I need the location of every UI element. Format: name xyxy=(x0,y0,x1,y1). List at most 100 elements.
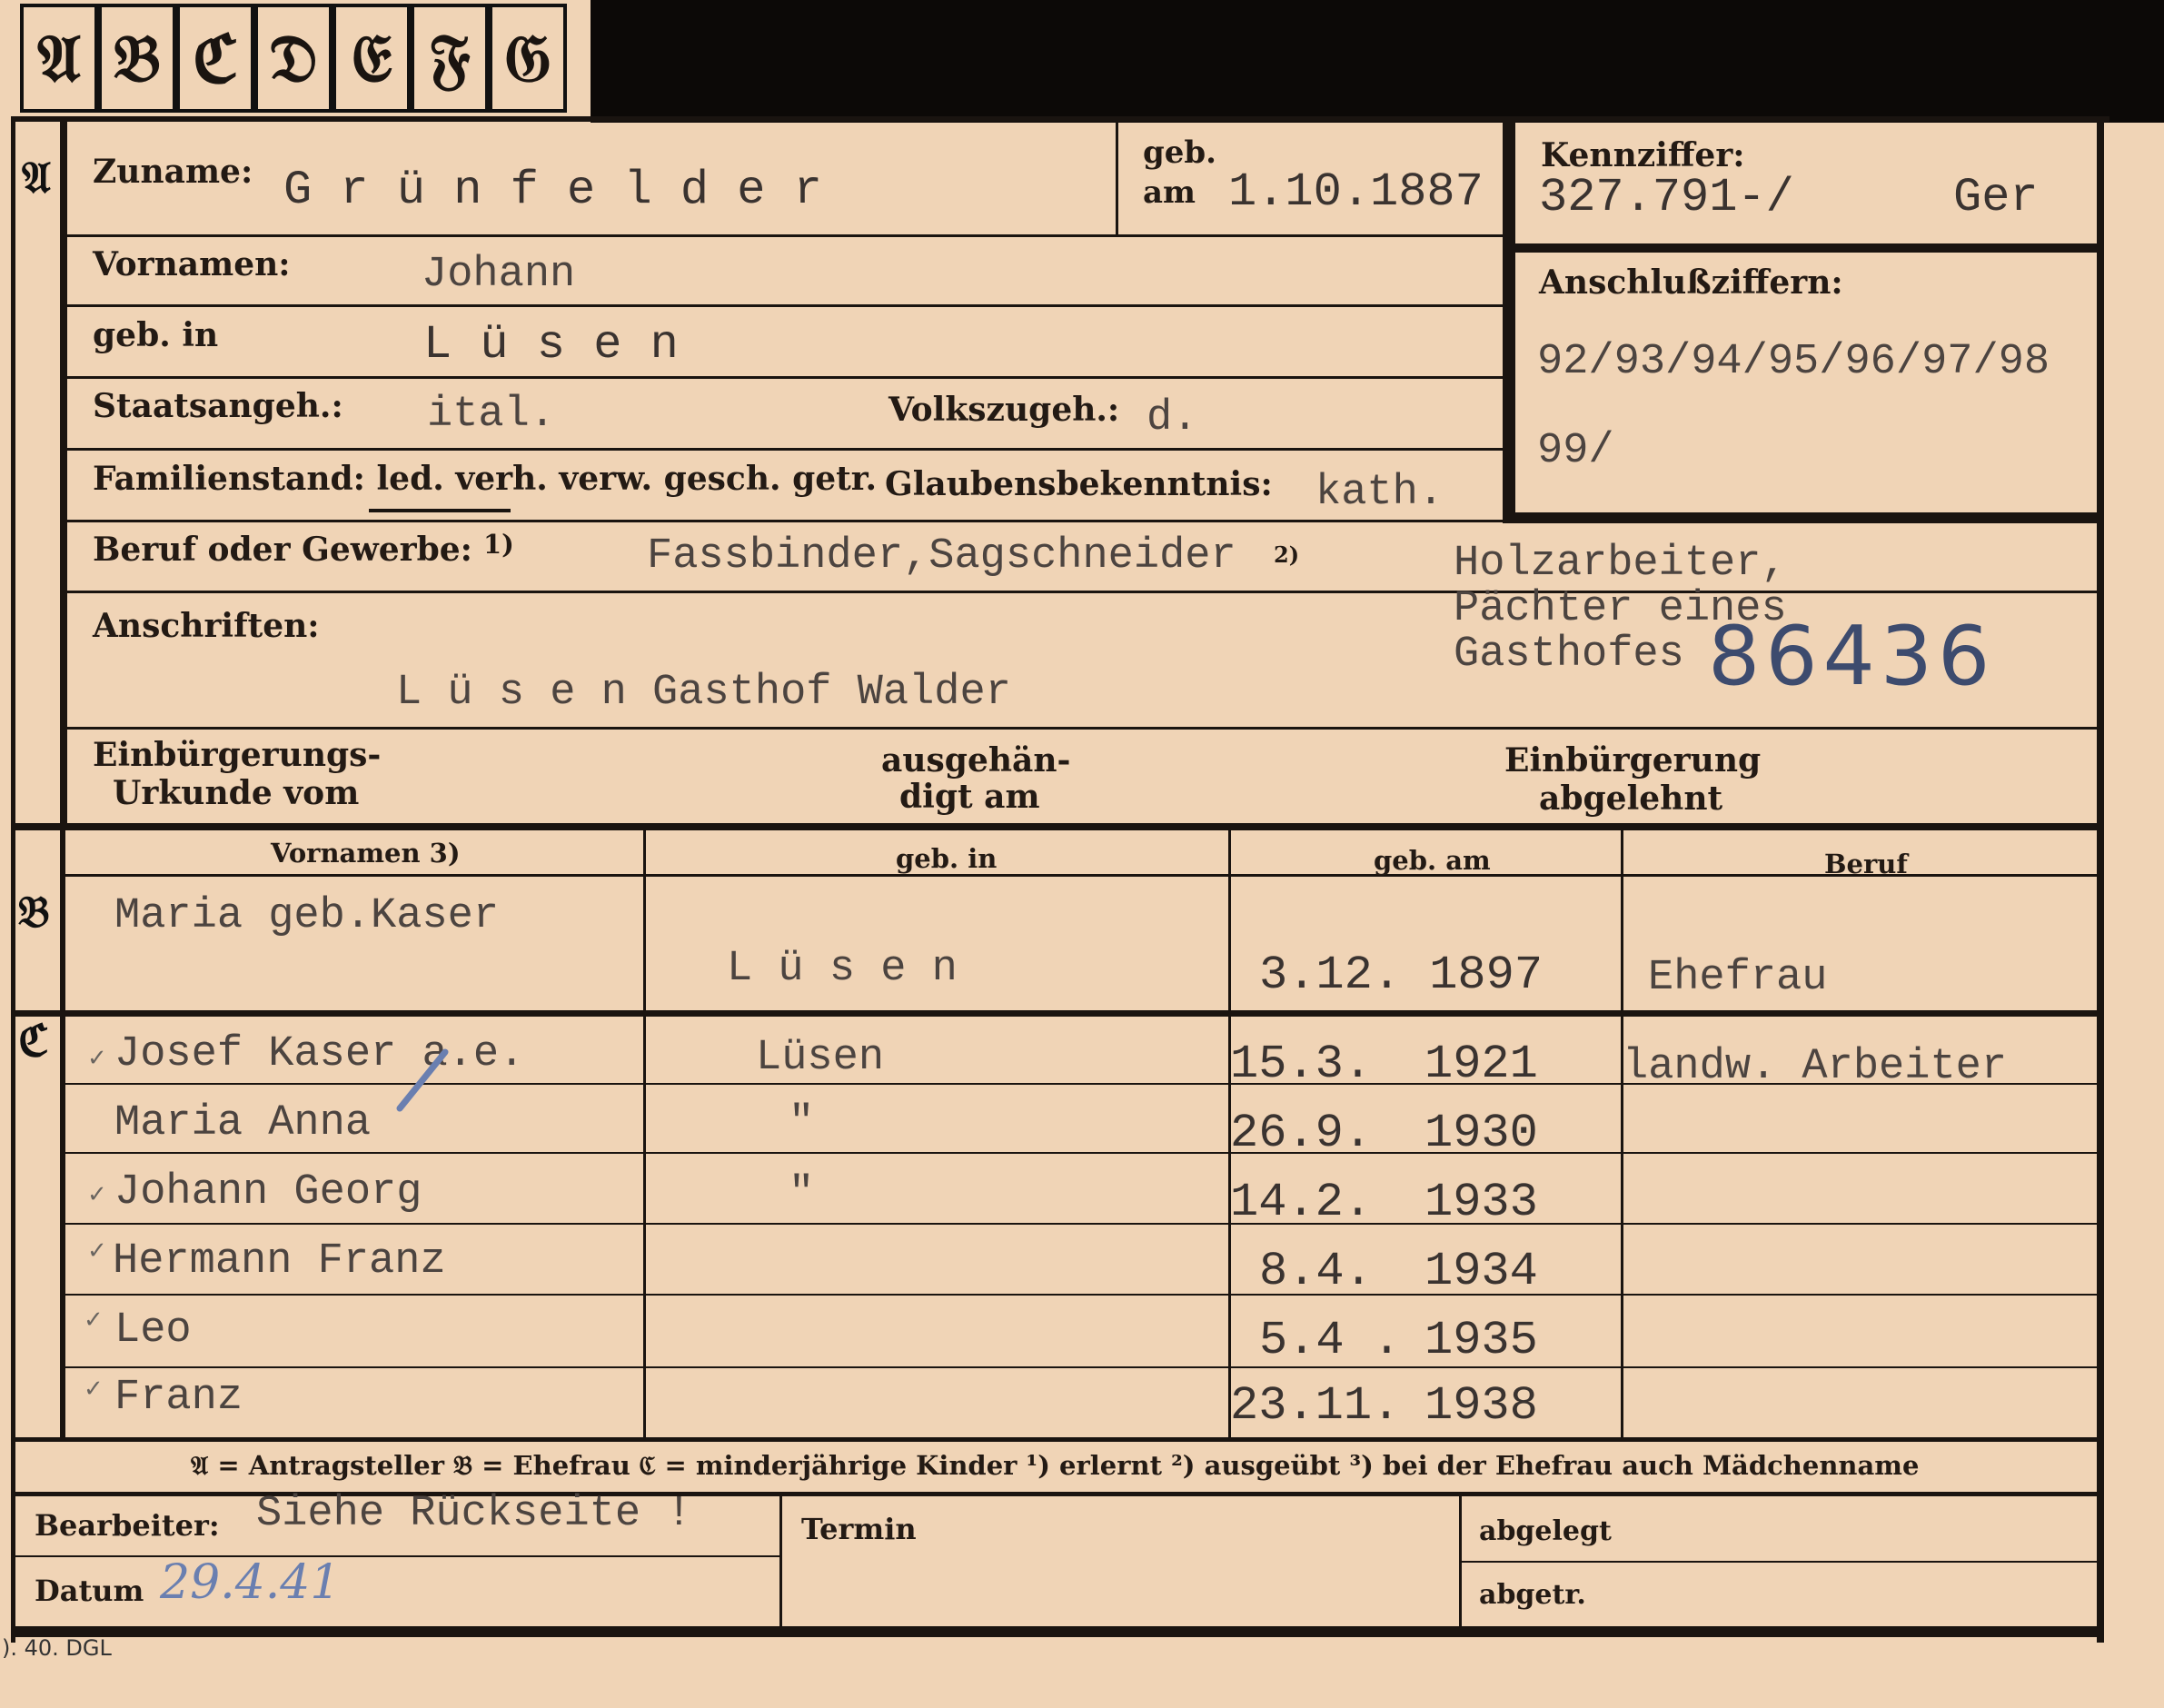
vornamen-label: Vornamen: xyxy=(93,245,291,283)
section-a-letter: 𝔄 xyxy=(22,153,51,204)
row-line xyxy=(67,591,2097,593)
child-geb-year: 1921 xyxy=(1424,1038,1538,1091)
child-name: Johann Georg xyxy=(114,1168,422,1216)
col-line xyxy=(1621,830,1623,1439)
tab-c[interactable]: ℭ xyxy=(176,4,254,113)
abgelehnt-label-1: Einbürgerung xyxy=(1504,741,1762,780)
abgelehnt-label-2: abgelehnt xyxy=(1539,780,1723,818)
child-geb-in: " xyxy=(789,1170,815,1218)
kennziffer-value: 327.791-/ xyxy=(1539,171,1794,224)
child-geb-day: 23.11. xyxy=(1230,1379,1401,1433)
col-header-geb-in: geb. in xyxy=(896,843,998,874)
volkszugeh-value: d. xyxy=(1147,394,1198,442)
col-header-geb-am: geb. am xyxy=(1374,845,1491,876)
vornamen-value: Johann xyxy=(422,251,576,299)
section-bc-divider xyxy=(60,825,65,1438)
child-name: Hermann Franz xyxy=(113,1237,446,1286)
anschrift-value: L ü s e n Gasthof Walder xyxy=(396,669,1011,717)
abgelegt-label: abgelegt xyxy=(1479,1515,1612,1547)
anschriften-label: Anschriften: xyxy=(93,607,320,645)
kennziffer-suffix: Ger xyxy=(1953,171,2039,224)
col-header-beruf: Beruf xyxy=(1824,849,1908,879)
child-geb-day: 15.3. xyxy=(1230,1038,1373,1091)
row-line xyxy=(11,1555,779,1557)
beruf-value: Fassbinder,Sagschneider xyxy=(647,532,1236,581)
child-name: Maria Anna xyxy=(114,1099,372,1147)
print-code: ). 40. DGL xyxy=(2,1635,112,1661)
child-geb-day: 8.4. xyxy=(1259,1245,1373,1298)
datum-value: 29.4.41 xyxy=(160,1555,341,1610)
row-line xyxy=(65,1366,2097,1368)
child-geb-year: 1934 xyxy=(1424,1245,1538,1298)
pencil-mark xyxy=(396,1048,449,1112)
tab-e[interactable]: 𝔈 xyxy=(333,4,411,113)
col-line xyxy=(779,1495,782,1628)
child-beruf: landw. Arbeiter xyxy=(1623,1043,2008,1091)
col-line xyxy=(1116,122,1118,236)
anschlussziffern-value-2: 99/ xyxy=(1537,427,1614,475)
datum-label: Datum xyxy=(35,1574,144,1608)
zuname-value: G r ü n f e l d e r xyxy=(283,164,822,217)
zuname-label: Zuname: xyxy=(93,153,253,191)
tab-d[interactable]: 𝔇 xyxy=(254,4,333,113)
check-mark: ✓ xyxy=(87,1181,107,1208)
tab-g[interactable]: 𝔊 xyxy=(489,4,567,113)
glaubensbekenntnis-value: kath. xyxy=(1315,469,1444,517)
tab-a[interactable]: 𝔄 xyxy=(20,4,98,113)
child-geb-year: 1935 xyxy=(1424,1314,1538,1367)
top-black-edge xyxy=(591,0,2164,123)
ausgehaendigt-label-2: digt am xyxy=(899,778,1040,816)
geb-am-label-2: am xyxy=(1143,174,1196,211)
beruf-value-footnote: 2) xyxy=(1274,541,1300,568)
row-line xyxy=(67,448,1503,451)
child-geb-in: Lüsen xyxy=(756,1034,885,1082)
wife-vornamen: Maria geb.Kaser xyxy=(114,892,500,940)
child-geb-in: " xyxy=(789,1099,815,1147)
wife-beruf: Ehefrau xyxy=(1648,954,1828,1002)
section-a-divider xyxy=(60,116,67,825)
row-line xyxy=(65,1152,2097,1154)
child-name: Josef Kaser a.e. xyxy=(114,1030,525,1078)
row-line xyxy=(67,727,2097,730)
check-mark: ✓ xyxy=(87,1237,107,1265)
child-geb-day: 26.9. xyxy=(1230,1107,1373,1160)
einbuergerung-label-2: Urkunde vom xyxy=(113,774,360,812)
col-line xyxy=(643,830,646,1439)
child-name: Leo xyxy=(114,1306,192,1355)
staatsangeh-value: ital. xyxy=(427,391,556,439)
col-line xyxy=(1459,1495,1462,1628)
abgetr-label: abgetr. xyxy=(1479,1579,1586,1611)
check-mark: ✓ xyxy=(87,1045,107,1072)
child-geb-year: 1930 xyxy=(1424,1107,1538,1160)
geb-in-value: L ü s e n xyxy=(423,318,679,372)
section-c-letter: ℭ xyxy=(18,1016,49,1067)
geb-am-value: 1.10.1887 xyxy=(1228,165,1484,219)
frame-top xyxy=(11,116,2109,122)
familienstand-underline-verh xyxy=(369,509,511,512)
section-c-top xyxy=(11,1010,2100,1017)
tab-f[interactable]: 𝔉 xyxy=(411,4,489,113)
termin-label: Termin xyxy=(801,1512,917,1546)
child-geb-year: 1933 xyxy=(1424,1176,1538,1229)
row-line xyxy=(65,1294,2097,1296)
familienstand-label: Familienstand: led. verh. verw. gesch. g… xyxy=(93,460,877,498)
child-geb-year: 1938 xyxy=(1424,1379,1538,1433)
geb-am-label-1: geb. xyxy=(1143,134,1217,171)
anschlussziffern-value-1: 92/93/94/95/96/97/98 xyxy=(1537,338,2050,386)
row-line xyxy=(67,304,1503,307)
kennziffer-box-mid xyxy=(1503,243,2097,253)
glaubensbekenntnis-label: Glaubensbekenntnis: xyxy=(885,465,1273,503)
row-line xyxy=(67,234,1503,237)
kennziffer-box-bottom xyxy=(1503,512,2097,523)
frame-left xyxy=(11,116,15,1643)
ausgehaendigt-label-1: ausgehän- xyxy=(881,741,1071,780)
row-line xyxy=(67,376,1503,379)
footer-legend: 𝔄 = Antragsteller 𝔅 = Ehefrau ℭ = minder… xyxy=(191,1450,1920,1481)
volkszugeh-label: Volkszugeh.: xyxy=(888,391,1120,429)
check-mark: ✓ xyxy=(84,1306,104,1334)
bearbeiter-label: Bearbeiter: xyxy=(35,1508,220,1543)
kennziffer-label: Kennziffer: xyxy=(1541,136,1745,174)
staatsangeh-label: Staatsangeh.: xyxy=(93,387,343,425)
tab-b[interactable]: 𝔅 xyxy=(98,4,176,113)
geb-in-label: geb. in xyxy=(93,316,219,354)
